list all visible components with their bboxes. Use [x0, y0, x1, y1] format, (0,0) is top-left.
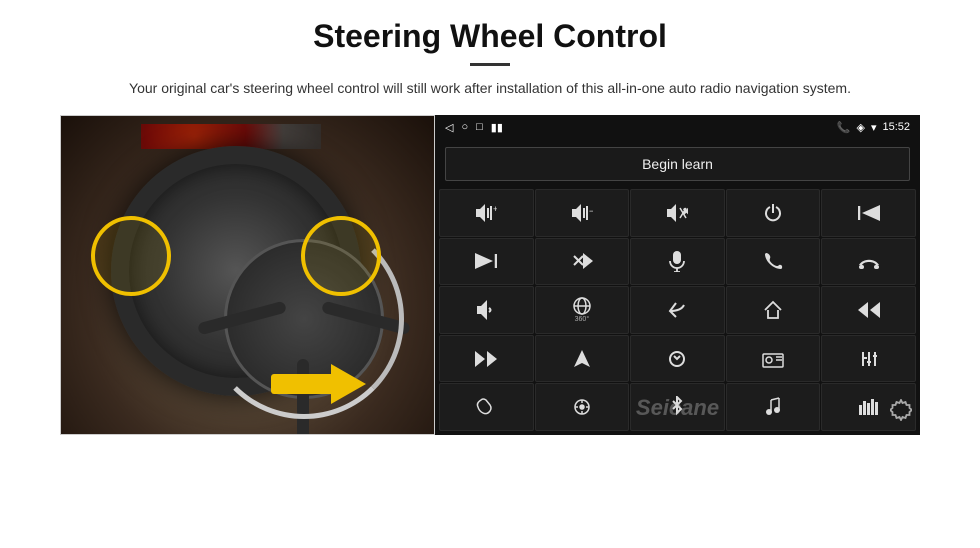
home-nav-icon[interactable]: ○	[461, 121, 468, 133]
fast-fwd-cut-button[interactable]	[535, 238, 630, 286]
power-button[interactable]	[726, 189, 821, 237]
controls-grid: + − ✕	[435, 189, 920, 435]
highlight-circle-left	[91, 216, 171, 296]
status-right: 📞 ◈ ▾ 15:52	[837, 121, 910, 134]
svg-text:−: −	[589, 206, 593, 216]
hang-up-button[interactable]	[821, 238, 916, 286]
source-button[interactable]	[630, 335, 725, 383]
radio-button[interactable]	[726, 335, 821, 383]
location-status-icon: ◈	[856, 121, 864, 134]
svg-text:+: +	[493, 204, 497, 214]
call-button[interactable]	[726, 238, 821, 286]
battery-icon: ▮▮	[491, 121, 503, 134]
title-divider	[470, 63, 510, 66]
begin-learn-button[interactable]: Begin learn	[445, 147, 910, 181]
navigate-button[interactable]	[535, 335, 630, 383]
clock: 15:52	[882, 121, 910, 133]
content-area: ◁ ○ □ ▮▮ 📞 ◈ ▾ 15:52 Begin learn	[60, 115, 920, 435]
record-button[interactable]	[439, 383, 534, 431]
speaker-button[interactable]	[439, 286, 534, 334]
begin-learn-area: Begin learn	[435, 139, 920, 189]
back-button[interactable]	[630, 286, 725, 334]
page-wrapper: Steering Wheel Control Your original car…	[0, 0, 980, 548]
settings-dial-button[interactable]	[535, 383, 630, 431]
status-bar: ◁ ○ □ ▮▮ 📞 ◈ ▾ 15:52	[435, 115, 920, 139]
status-left: ◁ ○ □ ▮▮	[445, 121, 503, 134]
mute-button[interactable]: ✕	[630, 189, 725, 237]
vol-up-button[interactable]: +	[439, 189, 534, 237]
camera-360-button[interactable]: 360°	[535, 286, 630, 334]
wifi-status-icon: ▾	[871, 121, 877, 134]
steering-wheel-image	[60, 115, 435, 435]
prev-skip-button[interactable]	[821, 189, 916, 237]
arrow-wrapper	[261, 354, 381, 414]
next-button[interactable]	[439, 238, 534, 286]
music-button[interactable]	[726, 383, 821, 431]
gear-settings-icon[interactable]	[890, 399, 912, 427]
skip-fwd-button[interactable]	[439, 335, 534, 383]
subtitle: Your original car's steering wheel contr…	[129, 78, 851, 99]
mic-button[interactable]	[630, 238, 725, 286]
phone-status-icon: 📞	[837, 121, 851, 134]
bluetooth-button[interactable]	[630, 383, 725, 431]
equalizer-button[interactable]	[821, 335, 916, 383]
back-nav-icon[interactable]: ◁	[445, 121, 453, 134]
home-button[interactable]	[726, 286, 821, 334]
vol-down-button[interactable]: −	[535, 189, 630, 237]
highlight-circle-right	[301, 216, 381, 296]
android-display: ◁ ○ □ ▮▮ 📞 ◈ ▾ 15:52 Begin learn	[435, 115, 920, 435]
recents-nav-icon[interactable]: □	[476, 121, 483, 133]
arrow-head	[331, 364, 366, 404]
rewind-button[interactable]	[821, 286, 916, 334]
page-title: Steering Wheel Control	[313, 18, 667, 55]
svg-text:✕: ✕	[683, 207, 688, 216]
